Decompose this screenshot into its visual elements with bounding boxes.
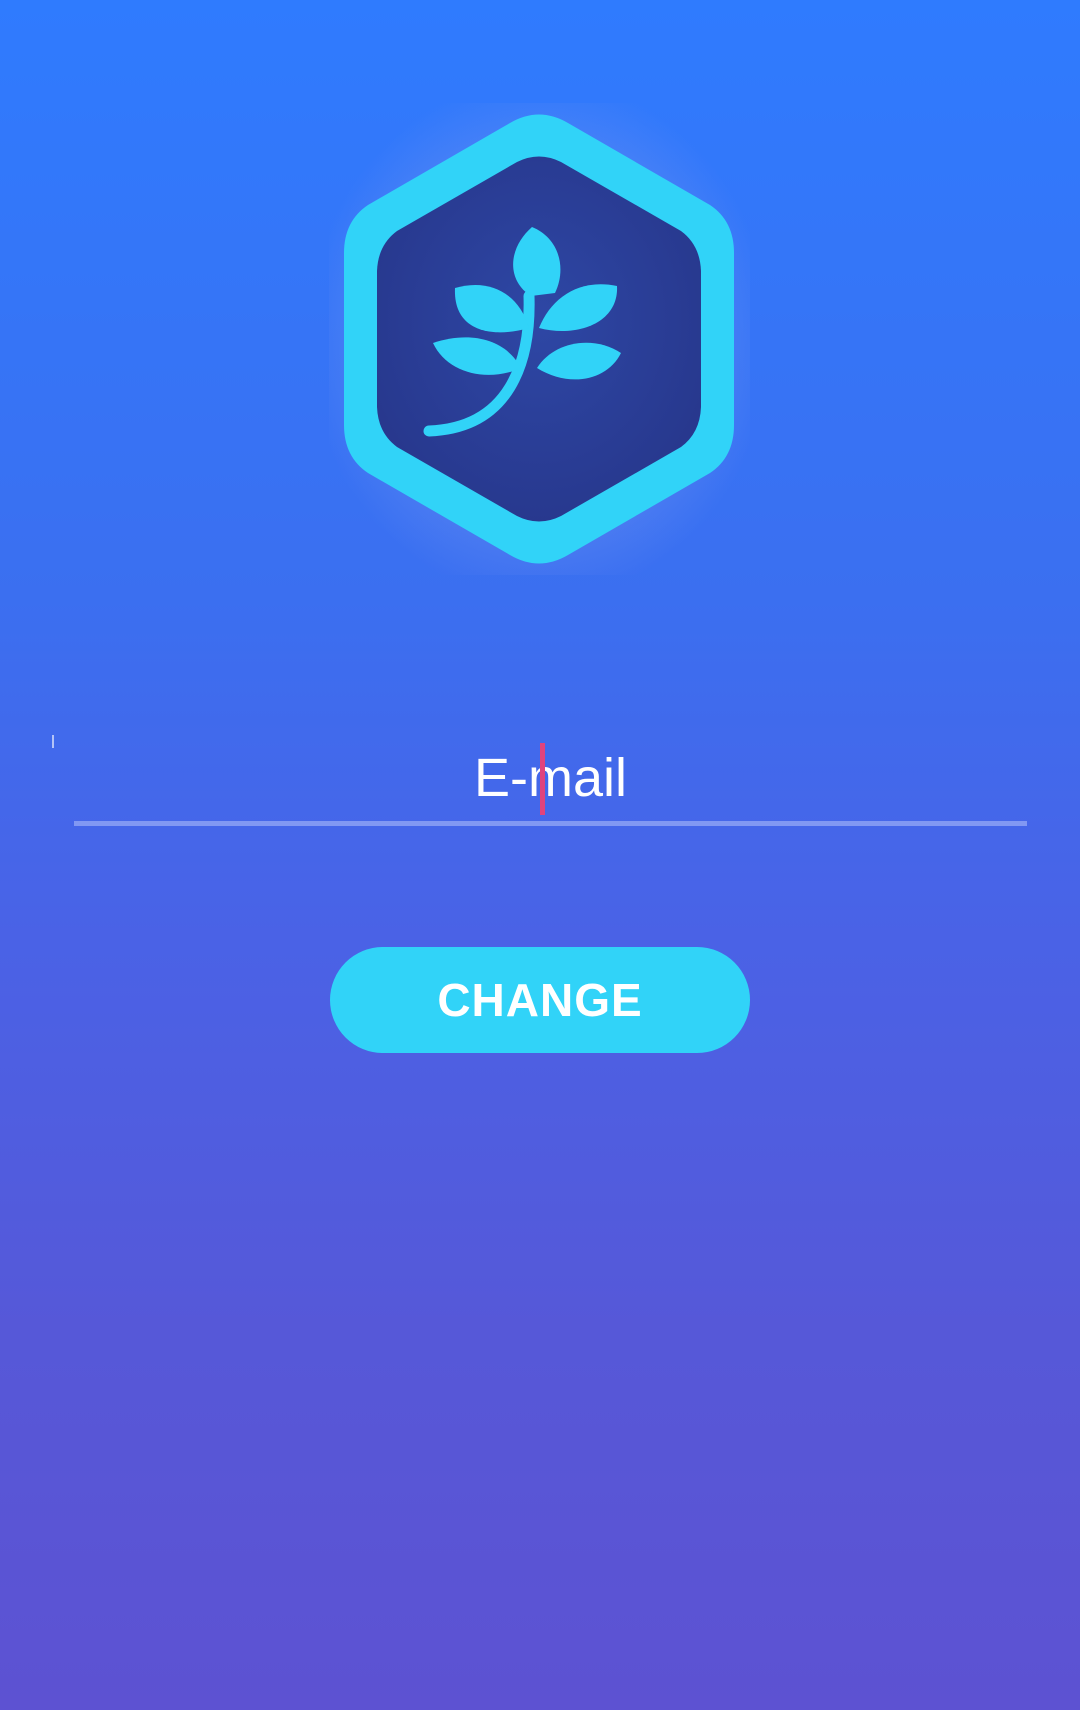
app-logo [329, 103, 750, 575]
email-input[interactable] [74, 735, 1027, 821]
leaf-branch-hexagon-logo-icon [344, 114, 734, 564]
email-underline [74, 821, 1027, 826]
change-button[interactable]: CHANGE [330, 947, 750, 1053]
change-button-label: CHANGE [437, 974, 643, 1026]
edge-marker [52, 735, 54, 748]
text-cursor [540, 743, 545, 815]
email-field[interactable] [74, 735, 1027, 827]
